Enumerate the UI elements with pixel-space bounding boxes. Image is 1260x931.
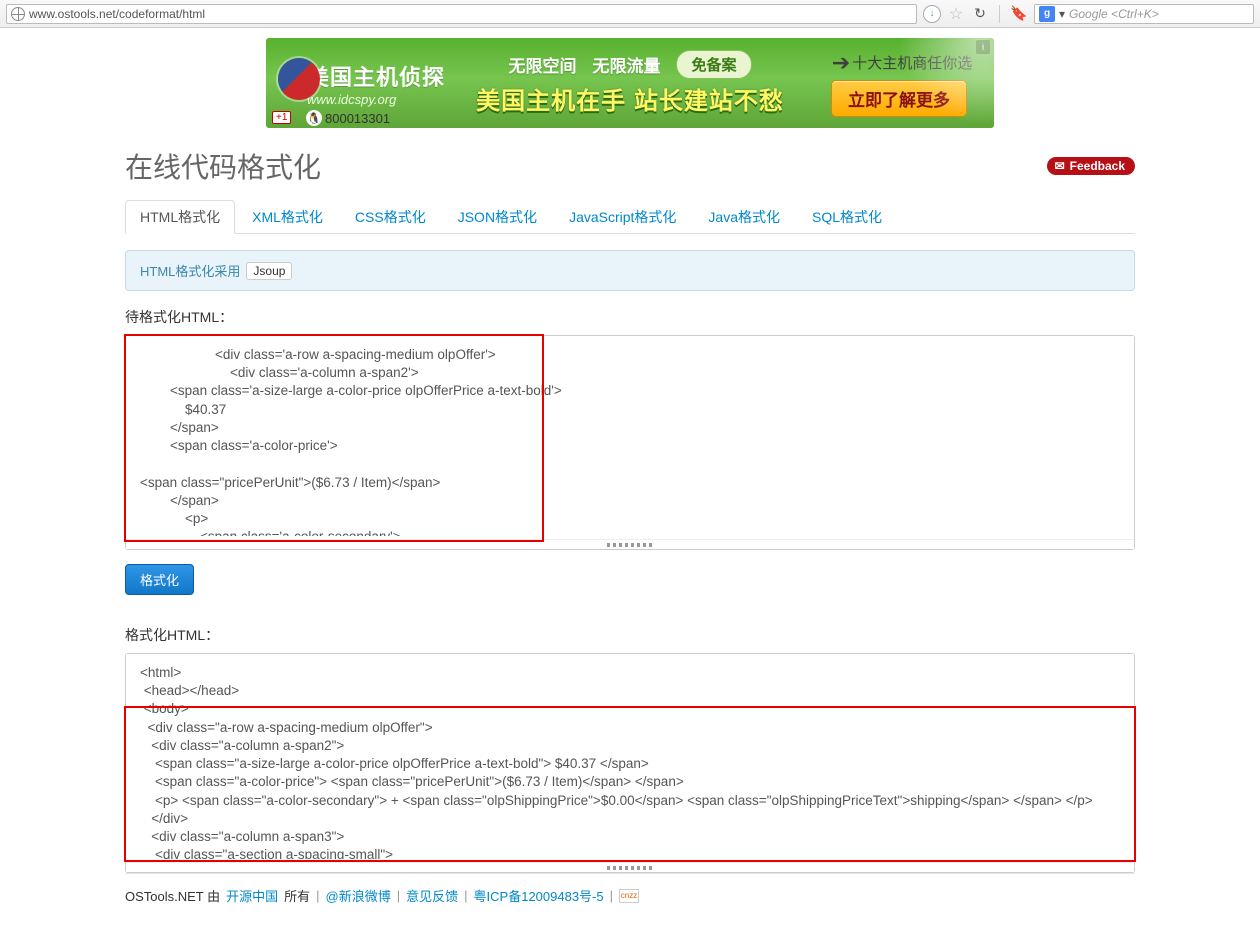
ad-info-icon[interactable]: i [976, 40, 990, 54]
tab-3[interactable]: JSON格式化 [443, 200, 552, 234]
tab-2[interactable]: CSS格式化 [340, 200, 441, 234]
output-label: 格式化HTML： [125, 625, 1135, 645]
resize-handle-input[interactable] [126, 539, 1134, 549]
page-title: 在线代码格式化 [125, 146, 321, 186]
ad-brand-name: 美国主机侦探 [307, 60, 445, 92]
reload-icon[interactable]: ↻ [971, 5, 989, 23]
ad-feature-2: 无限流量 [592, 52, 660, 77]
ad-qq-contact: 🐧 800013301 [306, 110, 390, 126]
cnzz-icon[interactable]: cnzz [619, 889, 639, 903]
tab-6[interactable]: SQL格式化 [797, 200, 897, 234]
input-area-wrap [125, 335, 1135, 550]
download-status-icon[interactable]: ↓ [923, 5, 941, 23]
search-placeholder: Google <Ctrl+K> [1069, 7, 1159, 21]
info-text: HTML格式化采用 [140, 261, 240, 280]
plus-one-badge[interactable]: +1 [272, 111, 291, 124]
resize-handle-output[interactable] [126, 862, 1134, 872]
input-label: 待格式化HTML： [125, 307, 1135, 327]
bookmark-tag-icon[interactable]: 🔖 [1010, 5, 1028, 23]
tab-1[interactable]: XML格式化 [237, 200, 338, 234]
ad-feature-1: 无限空间 [508, 52, 576, 77]
url-text: www.ostools.net/codeformat/html [29, 7, 205, 21]
qq-icon: 🐧 [306, 110, 322, 126]
logo-icon [278, 58, 320, 100]
footer-owned: 所有 [284, 886, 310, 905]
browser-search[interactable]: g ▾ Google <Ctrl+K> [1034, 4, 1254, 24]
format-button[interactable]: 格式化 [125, 564, 194, 595]
jsoup-link[interactable]: Jsoup [246, 262, 292, 280]
output-textarea[interactable] [126, 654, 1134, 859]
toolbar-divider [999, 5, 1000, 23]
ad-headline: 美国主机在手 站长建站不愁 [476, 81, 784, 116]
globe-icon [11, 7, 25, 21]
ad-pill: 免备案 [676, 50, 751, 79]
footer-brand: OSTools.NET 由 [125, 886, 220, 905]
footer-link-oschina[interactable]: 开源中国 [226, 886, 278, 905]
info-alert: HTML格式化采用 Jsoup [125, 250, 1135, 291]
footer-link-weibo[interactable]: @新浪微博 [326, 886, 391, 905]
output-area-wrap [125, 653, 1135, 873]
page-footer: OSTools.NET 由 开源中国 所有 | @新浪微博 | 意见反馈 | 粤… [125, 873, 1135, 911]
format-tabs: HTML格式化XML格式化CSS格式化JSON格式化JavaScript格式化J… [125, 200, 1135, 234]
google-icon: g [1039, 6, 1055, 22]
ad-banner[interactable]: i 美国主机侦探 www.idcspy.org +1 🐧 800013301 无… [266, 38, 994, 128]
footer-link-feedback[interactable]: 意见反馈 [406, 886, 458, 905]
footer-link-icp[interactable]: 粤ICP备12009483号-5 [474, 886, 604, 905]
search-provider-dropdown-icon[interactable]: ▾ [1059, 7, 1065, 21]
input-textarea[interactable] [126, 336, 1134, 536]
tab-0[interactable]: HTML格式化 [125, 200, 235, 234]
url-bar[interactable]: www.ostools.net/codeformat/html [6, 4, 917, 24]
tab-5[interactable]: Java格式化 [693, 200, 795, 234]
bookmark-star-icon[interactable]: ☆ [947, 5, 965, 23]
browser-toolbar: www.ostools.net/codeformat/html ↓ ☆ ↻ 🔖 … [0, 0, 1260, 28]
ad-brand-url: www.idcspy.org [307, 92, 445, 107]
tab-4[interactable]: JavaScript格式化 [554, 200, 691, 234]
arrow-icon: ➔ [832, 50, 850, 76]
feedback-button[interactable]: Feedback [1047, 157, 1135, 175]
